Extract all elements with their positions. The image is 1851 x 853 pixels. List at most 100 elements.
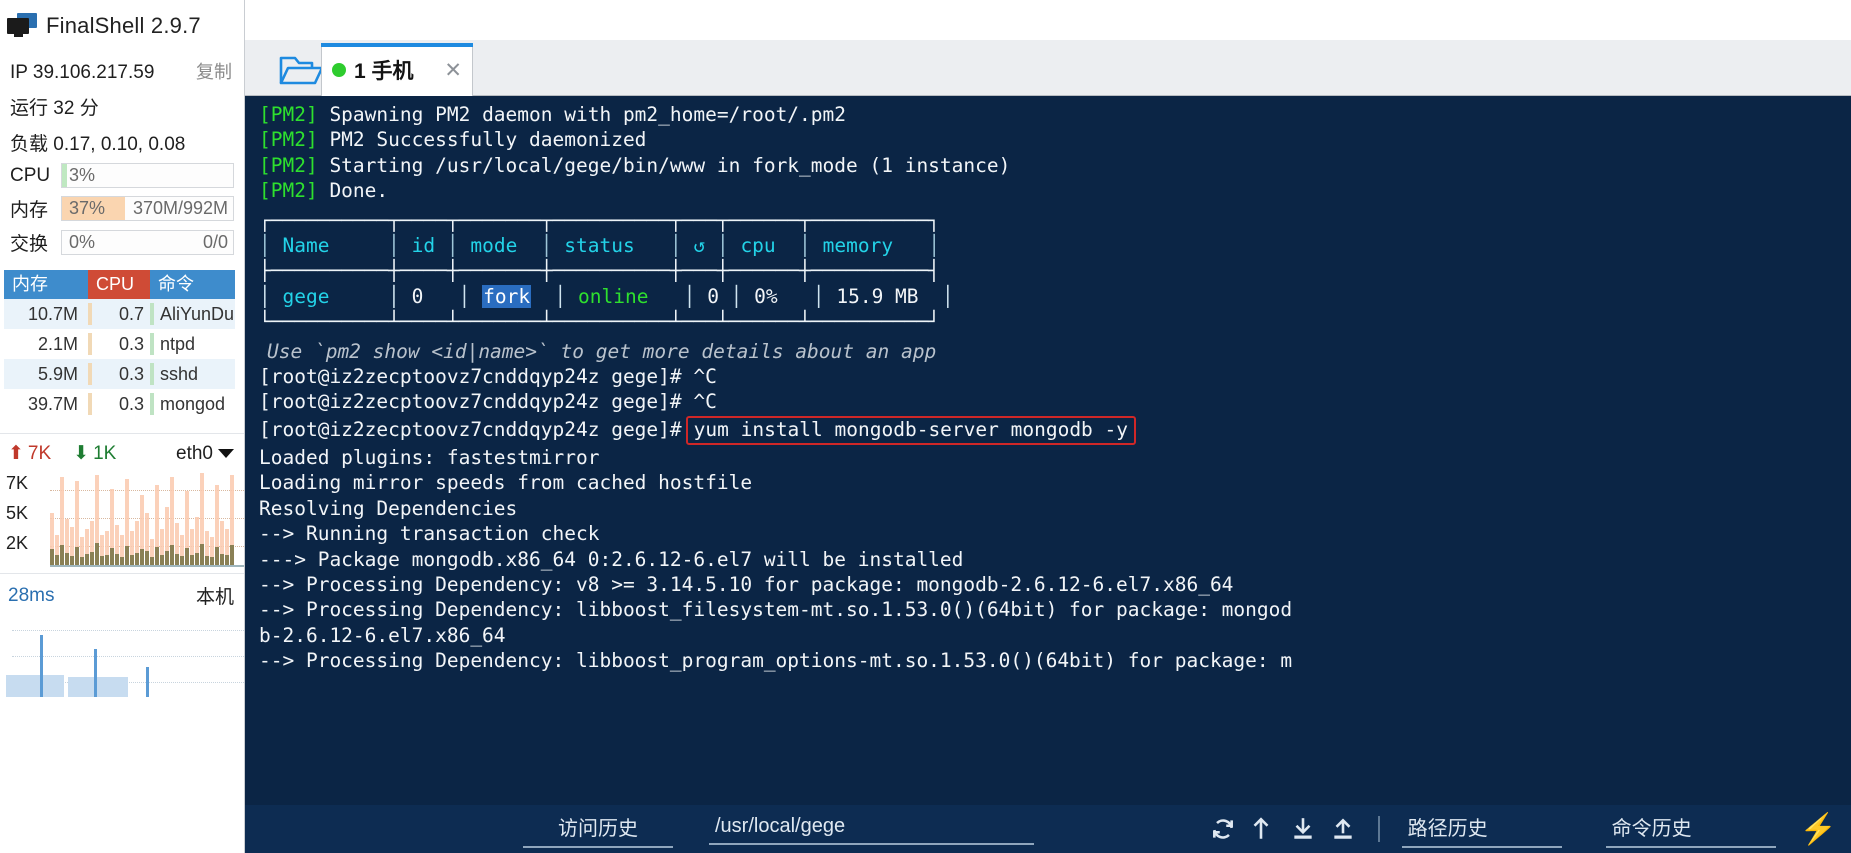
- latency-block: 28ms 本机 382 204 26: [0, 573, 244, 701]
- pm2-tag: [PM2]: [259, 179, 318, 203]
- latency-header: 28ms 本机: [0, 574, 244, 609]
- download-icon[interactable]: [1290, 816, 1316, 842]
- pm2-col-restarts: ↺: [693, 234, 706, 258]
- refresh-icon[interactable]: [1210, 816, 1236, 842]
- command-history-field[interactable]: 命令历史: [1605, 810, 1776, 848]
- latency-graph-canvas: [6, 611, 244, 697]
- output-line: Loaded plugins: fastestmirror: [259, 445, 600, 469]
- network-graph-axis: 7K 5K 2K: [6, 469, 48, 569]
- upload-icon[interactable]: [1330, 816, 1356, 842]
- row-memory: 39.7M: [27, 393, 78, 414]
- swap-meter-label: 交换: [10, 234, 49, 255]
- pm2-cell-status: online: [578, 284, 649, 308]
- highlighted-command[interactable]: yum install mongodb-server mongodb -y: [685, 415, 1137, 445]
- swap-meter: 0% 0/0: [61, 230, 234, 255]
- close-icon[interactable]: ✕: [444, 58, 462, 83]
- toolbar-icons: 路径历史 命令历史 ⚡: [1210, 810, 1851, 848]
- visit-history-field[interactable]: 访问历史: [523, 810, 673, 848]
- terminal-output[interactable]: [PM2] Spawning PM2 daemon with pm2_home=…: [245, 96, 1851, 805]
- cpu-meter-pct: 3%: [69, 165, 96, 185]
- network-graph-block: ⬆ 7K ⬇ 1K eth0 7K 5K 2K: [0, 433, 244, 569]
- memory-meter-value: 370M/992M: [132, 198, 228, 218]
- column-header-memory[interactable]: 内存: [4, 270, 88, 299]
- output-line: --> Processing Dependency: libboost_file…: [259, 598, 1293, 622]
- latency-target[interactable]: 本机: [196, 582, 234, 609]
- app-title-row: FinalShell 2.9.7: [0, 0, 244, 44]
- table-row[interactable]: 2.1M 0.3 ntpd: [4, 329, 235, 359]
- load-average-label: 负载 0.17, 0.10, 0.08: [10, 134, 186, 155]
- memory-meter-label: 内存: [10, 200, 49, 221]
- shell-prompt: [root@iz2zecptoovz7cnddqyp24z gege]#: [259, 390, 682, 414]
- arrow-down-icon: ⬇: [73, 443, 90, 464]
- interface-selector[interactable]: eth0: [176, 443, 234, 465]
- pm2-col-name: Name: [282, 234, 330, 258]
- swap-meter-pct: 0%: [69, 232, 96, 252]
- pm2-tag: [PM2]: [259, 128, 318, 152]
- pm2-col-mode: mode: [470, 234, 518, 258]
- row-cpu: 0.7: [118, 303, 144, 324]
- row-command: sshd: [160, 363, 199, 384]
- column-header-command[interactable]: 命令: [150, 270, 235, 299]
- path-field[interactable]: /usr/local/gege: [709, 813, 1034, 845]
- table-row[interactable]: 39.7M 0.3 mongod: [4, 389, 235, 419]
- cpu-meter-label: CPU: [10, 164, 51, 186]
- up-level-icon[interactable]: [1250, 816, 1276, 842]
- pm2-col-memory: memory: [822, 234, 894, 258]
- toolbar-divider: [1377, 816, 1380, 842]
- row-command: AliYunDun: [160, 303, 235, 324]
- table-row[interactable]: 10.7M 0.7 AliYunDun: [4, 299, 235, 329]
- shell-command: ^C: [681, 390, 717, 414]
- network-upload-value: 7K: [27, 442, 52, 464]
- row-cpu: 0.3: [118, 333, 144, 354]
- row-cpu: 0.3: [118, 363, 144, 384]
- memory-meter-row: 内存 37% 370M/992M: [0, 188, 244, 222]
- copy-button[interactable]: 复制: [196, 58, 232, 84]
- pm2-col-cpu: cpu: [740, 234, 776, 258]
- lightning-icon[interactable]: ⚡: [1800, 812, 1837, 847]
- memory-meter: 37% 370M/992M: [61, 196, 234, 221]
- column-header-cpu[interactable]: CPU: [88, 270, 150, 299]
- table-row[interactable]: 5.9M 0.3 sshd: [4, 359, 235, 389]
- pm2-cell-name: gege: [282, 284, 330, 308]
- output-line: ---> Package mongodb.x86_64 0:2.6.12-6.e…: [259, 547, 964, 571]
- path-history-field[interactable]: 路径历史: [1401, 810, 1562, 848]
- pm2-table-top-border: ┌──────────┬────┬───────┬──────────┬───┬…: [259, 208, 940, 232]
- output-line: --> Running transaction check: [259, 522, 600, 546]
- pm2-cell-cpu: 0%: [754, 284, 778, 308]
- latency-value: 28ms: [8, 584, 55, 606]
- process-table-header: 内存 CPU 命令: [4, 270, 235, 299]
- network-download-value: 1K: [93, 442, 117, 464]
- swap-meter-row: 交换 0% 0/0: [0, 222, 244, 256]
- output-line: --> Processing Dependency: libboost_prog…: [259, 649, 1293, 673]
- pm2-table-header-row: │ Name │ id │ mode │ status │ ↺ │ cpu │ …: [259, 234, 941, 258]
- net-tick-1: 5K: [6, 503, 29, 523]
- network-graph-header: ⬆ 7K ⬇ 1K eth0: [0, 434, 244, 467]
- pm2-text: Done.: [317, 179, 389, 203]
- chevron-down-icon[interactable]: [218, 449, 234, 458]
- pm2-text: PM2 Successfully daemonized: [317, 128, 647, 152]
- row-command: ntpd: [160, 333, 196, 354]
- bottom-toolbar: 访问历史 /usr/local/gege 路径历史 命令历史 ⚡: [245, 805, 1851, 853]
- pm2-text: Starting /usr/local/gege/bin/www in fork…: [317, 153, 1011, 177]
- process-table: 内存 CPU 命令 10.7M 0.7 AliYunDun 2.1M 0.3 n…: [4, 270, 235, 419]
- output-line: b-2.6.12-6.el7.x86_64: [259, 623, 506, 647]
- swap-meter-value: 0/0: [202, 232, 228, 252]
- ip-row: IP 39.106.217.59 复制: [0, 44, 244, 84]
- ip-label: IP 39.106.217.59: [10, 62, 155, 83]
- pm2-tag: [PM2]: [259, 103, 318, 126]
- uptime-label: 运行 32 分: [10, 98, 99, 119]
- row-memory: 5.9M: [37, 363, 78, 384]
- monitor-icon: [7, 12, 37, 39]
- net-tick-0: 7K: [6, 473, 29, 493]
- network-graph: 7K 5K 2K: [0, 469, 244, 569]
- memory-meter-pct: 37%: [69, 198, 106, 218]
- pm2-cell-mode: fork: [482, 284, 532, 308]
- pm2-table-bottom-border: └──────────┴────┴───────┴──────────┴───┴…: [259, 310, 940, 334]
- tab-1[interactable]: 1 手机 ✕: [321, 43, 473, 96]
- app-title: FinalShell 2.9.7: [46, 12, 201, 38]
- pm2-cell-id: 0: [411, 284, 424, 308]
- row-memory: 2.1M: [37, 333, 78, 354]
- shell-prompt: [root@iz2zecptoovz7cnddqyp24z gege]#: [259, 365, 682, 389]
- row-memory: 10.7M: [27, 303, 78, 324]
- pm2-cell-memory: 15.9 MB: [836, 284, 919, 308]
